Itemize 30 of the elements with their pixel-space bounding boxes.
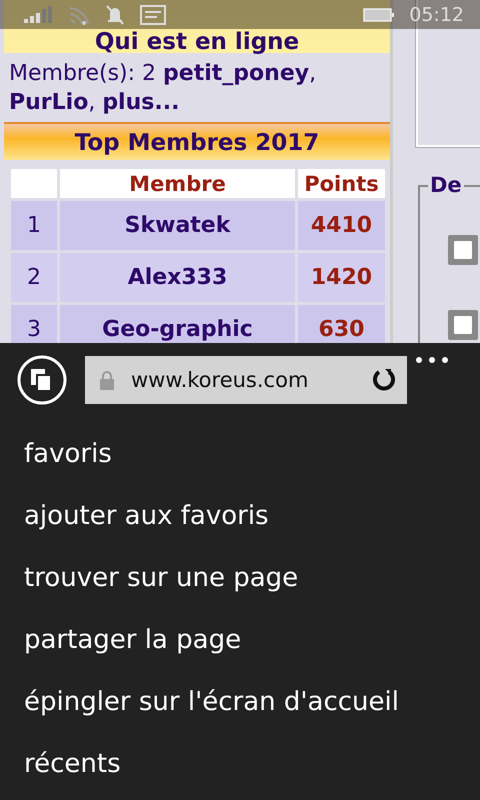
refresh-icon[interactable] <box>371 367 397 393</box>
clock-text: 05:12 <box>409 4 464 26</box>
table-cell: 2 <box>11 253 57 302</box>
message-icon <box>140 4 166 24</box>
menu-item[interactable]: récents <box>24 733 480 795</box>
menu-item[interactable]: ajouter aux favoris <box>24 485 480 547</box>
table-header-cell: Points <box>298 169 385 198</box>
table-cell[interactable]: Geo-graphic <box>60 305 295 343</box>
online-members-text: Membre(s): 2 petit_poney, PurLio, plus... <box>8 60 318 117</box>
bell-muted-icon <box>104 4 126 26</box>
menu-item[interactable]: partager la page <box>24 609 480 671</box>
url-text: www.koreus.com <box>131 368 310 392</box>
section-header: Top Membres 2017 <box>4 122 390 160</box>
table-cell: 1420 <box>298 253 385 302</box>
lock-icon <box>99 370 115 390</box>
table-cell[interactable]: Skwatek <box>60 201 295 250</box>
menu-item[interactable]: favoris <box>24 423 480 485</box>
table-cell: 1 <box>11 201 57 250</box>
table-cell[interactable]: Alex333 <box>60 253 295 302</box>
table-header-cell <box>11 169 57 198</box>
menu-item[interactable]: trouver sur une page <box>24 547 480 609</box>
table-cell: 630 <box>298 305 385 343</box>
address-bar[interactable]: www.koreus.com <box>85 356 407 404</box>
tabs-icon[interactable] <box>17 355 67 405</box>
signal-icon <box>24 4 54 24</box>
table-cell: 4410 <box>298 201 385 250</box>
table-cell: 3 <box>11 305 57 343</box>
table-header-cell: Membre <box>60 169 295 198</box>
section-header: Qui est en ligne <box>4 0 390 53</box>
menu-item[interactable]: épingler sur l'écran d'accueil <box>24 671 480 733</box>
